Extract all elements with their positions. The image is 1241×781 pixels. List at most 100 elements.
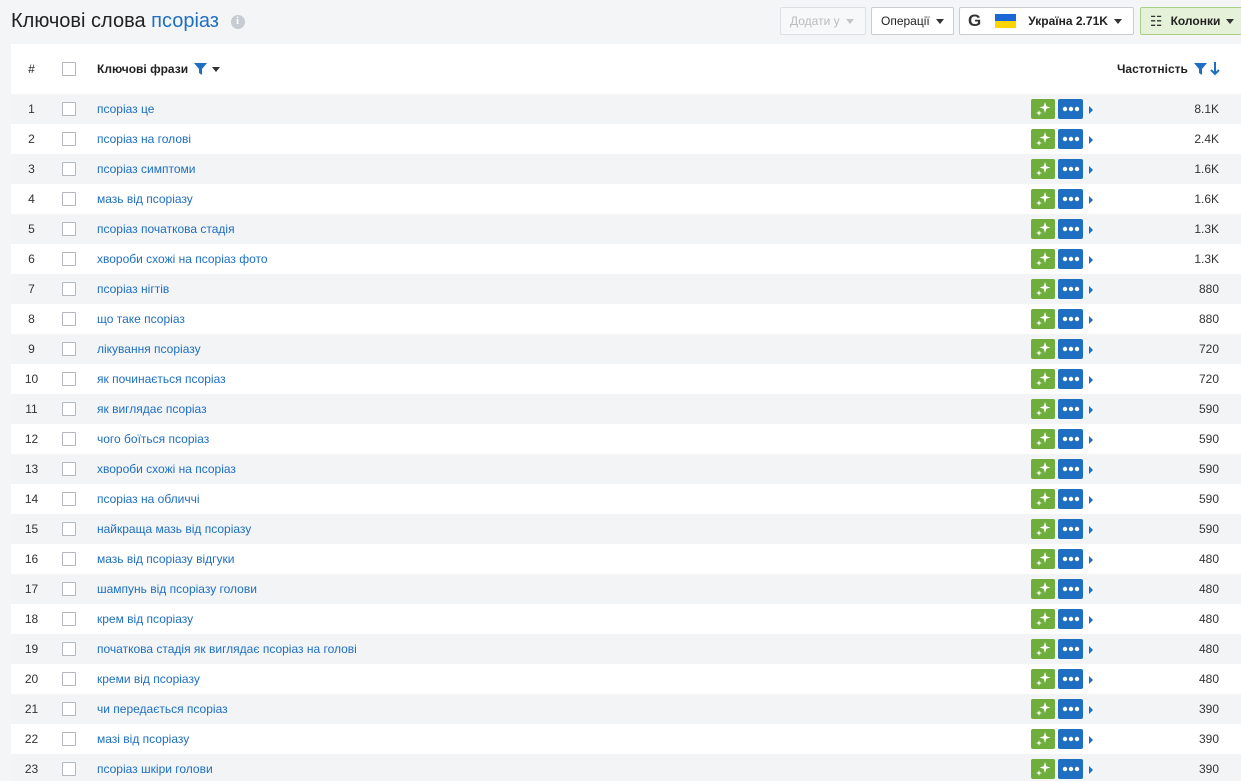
- sparkle-icon[interactable]: [1031, 279, 1055, 299]
- sparkle-icon[interactable]: [1031, 339, 1055, 359]
- row-checkbox[interactable]: [62, 94, 76, 124]
- more-dots-icon[interactable]: [1058, 219, 1083, 239]
- more-dots-icon[interactable]: [1058, 699, 1083, 719]
- chevron-right-icon[interactable]: [1089, 165, 1093, 174]
- sparkle-icon[interactable]: [1031, 639, 1055, 659]
- row-checkbox[interactable]: [62, 754, 76, 781]
- row-checkbox[interactable]: [62, 214, 76, 244]
- sparkle-icon[interactable]: [1031, 519, 1055, 539]
- chevron-right-icon[interactable]: [1089, 765, 1093, 774]
- keyword-link[interactable]: лікування псоріазу: [97, 334, 201, 364]
- sparkle-icon[interactable]: [1031, 489, 1055, 509]
- chevron-right-icon[interactable]: [1089, 645, 1093, 654]
- row-checkbox[interactable]: [62, 424, 76, 454]
- row-checkbox[interactable]: [62, 454, 76, 484]
- chevron-right-icon[interactable]: [1089, 465, 1093, 474]
- more-dots-icon[interactable]: [1058, 339, 1083, 359]
- row-checkbox[interactable]: [62, 154, 76, 184]
- chevron-right-icon[interactable]: [1089, 495, 1093, 504]
- chevron-right-icon[interactable]: [1089, 705, 1093, 714]
- keyword-link[interactable]: мазь від псоріазу: [97, 184, 193, 214]
- keyword-link[interactable]: псоріаз це: [97, 94, 154, 124]
- chevron-right-icon[interactable]: [1089, 255, 1093, 264]
- sparkle-icon[interactable]: [1031, 579, 1055, 599]
- operations-button[interactable]: Операції: [871, 7, 954, 35]
- chevron-right-icon[interactable]: [1089, 135, 1093, 144]
- keyword-link[interactable]: крем від псоріазу: [97, 604, 193, 634]
- more-dots-icon[interactable]: [1058, 249, 1083, 269]
- column-header-frequency[interactable]: Частотність: [1117, 44, 1220, 94]
- more-dots-icon[interactable]: [1058, 159, 1083, 179]
- row-checkbox[interactable]: [62, 244, 76, 274]
- row-checkbox[interactable]: [62, 304, 76, 334]
- more-dots-icon[interactable]: [1058, 99, 1083, 119]
- keyword-link[interactable]: хвороби схожі на псоріаз: [97, 454, 236, 484]
- more-dots-icon[interactable]: [1058, 489, 1083, 509]
- row-checkbox[interactable]: [62, 364, 76, 394]
- chevron-down-icon[interactable]: [212, 66, 221, 72]
- chevron-right-icon[interactable]: [1089, 585, 1093, 594]
- row-checkbox[interactable]: [62, 544, 76, 574]
- row-checkbox[interactable]: [62, 574, 76, 604]
- row-checkbox[interactable]: [62, 634, 76, 664]
- more-dots-icon[interactable]: [1058, 549, 1083, 569]
- select-all-checkbox[interactable]: [62, 44, 76, 94]
- sparkle-icon[interactable]: [1031, 309, 1055, 329]
- more-dots-icon[interactable]: [1058, 759, 1083, 779]
- more-dots-icon[interactable]: [1058, 369, 1083, 389]
- more-dots-icon[interactable]: [1058, 579, 1083, 599]
- region-selector[interactable]: G Україна 2.71K: [959, 7, 1134, 35]
- more-dots-icon[interactable]: [1058, 609, 1083, 629]
- sparkle-icon[interactable]: [1031, 759, 1055, 779]
- chevron-right-icon[interactable]: [1089, 195, 1093, 204]
- keyword-link[interactable]: хвороби схожі на псоріаз фото: [97, 244, 268, 274]
- sparkle-icon[interactable]: [1031, 189, 1055, 209]
- keyword-link[interactable]: псоріаз нігтів: [97, 274, 169, 304]
- more-dots-icon[interactable]: [1058, 189, 1083, 209]
- sparkle-icon[interactable]: [1031, 369, 1055, 389]
- sparkle-icon[interactable]: [1031, 549, 1055, 569]
- chevron-right-icon[interactable]: [1089, 525, 1093, 534]
- keyword-link[interactable]: псоріаз шкіри голови: [97, 754, 213, 781]
- sparkle-icon[interactable]: [1031, 459, 1055, 479]
- sparkle-icon[interactable]: [1031, 249, 1055, 269]
- row-checkbox[interactable]: [62, 514, 76, 544]
- chevron-right-icon[interactable]: [1089, 405, 1093, 414]
- sparkle-icon[interactable]: [1031, 729, 1055, 749]
- row-checkbox[interactable]: [62, 124, 76, 154]
- more-dots-icon[interactable]: [1058, 279, 1083, 299]
- row-checkbox[interactable]: [62, 334, 76, 364]
- chevron-right-icon[interactable]: [1089, 675, 1093, 684]
- keyword-link[interactable]: псоріаз на голові: [97, 124, 191, 154]
- arrow-down-icon[interactable]: [1210, 62, 1220, 76]
- more-dots-icon[interactable]: [1058, 519, 1083, 539]
- keyword-link[interactable]: мазі від псоріазу: [97, 724, 189, 754]
- row-checkbox[interactable]: [62, 484, 76, 514]
- keyword-link[interactable]: псоріаз симптоми: [97, 154, 195, 184]
- keyword-link[interactable]: найкраща мазь від псоріазу: [97, 514, 251, 544]
- chevron-right-icon[interactable]: [1089, 615, 1093, 624]
- keyword-link[interactable]: як виглядає псоріаз: [97, 394, 207, 424]
- more-dots-icon[interactable]: [1058, 129, 1083, 149]
- more-dots-icon[interactable]: [1058, 669, 1083, 689]
- more-dots-icon[interactable]: [1058, 429, 1083, 449]
- sparkle-icon[interactable]: [1031, 219, 1055, 239]
- more-dots-icon[interactable]: [1058, 309, 1083, 329]
- row-checkbox[interactable]: [62, 274, 76, 304]
- sparkle-icon[interactable]: [1031, 699, 1055, 719]
- keyword-link[interactable]: чого боїться псоріаз: [97, 424, 209, 454]
- chevron-right-icon[interactable]: [1089, 375, 1093, 384]
- keyword-link[interactable]: псоріаз початкова стадія: [97, 214, 235, 244]
- filter-icon[interactable]: [194, 62, 208, 76]
- sparkle-icon[interactable]: [1031, 129, 1055, 149]
- chevron-right-icon[interactable]: [1089, 225, 1093, 234]
- row-checkbox[interactable]: [62, 604, 76, 634]
- keyword-link[interactable]: початкова стадія як виглядає псоріаз на …: [97, 634, 357, 664]
- sparkle-icon[interactable]: [1031, 609, 1055, 629]
- chevron-right-icon[interactable]: [1089, 555, 1093, 564]
- keyword-link[interactable]: креми від псоріазу: [97, 664, 200, 694]
- keyword-link[interactable]: чи передається псоріаз: [97, 694, 228, 724]
- more-dots-icon[interactable]: [1058, 399, 1083, 419]
- columns-button[interactable]: ☷ Колонки: [1140, 7, 1241, 35]
- keyword-link[interactable]: що таке псоріаз: [97, 304, 185, 334]
